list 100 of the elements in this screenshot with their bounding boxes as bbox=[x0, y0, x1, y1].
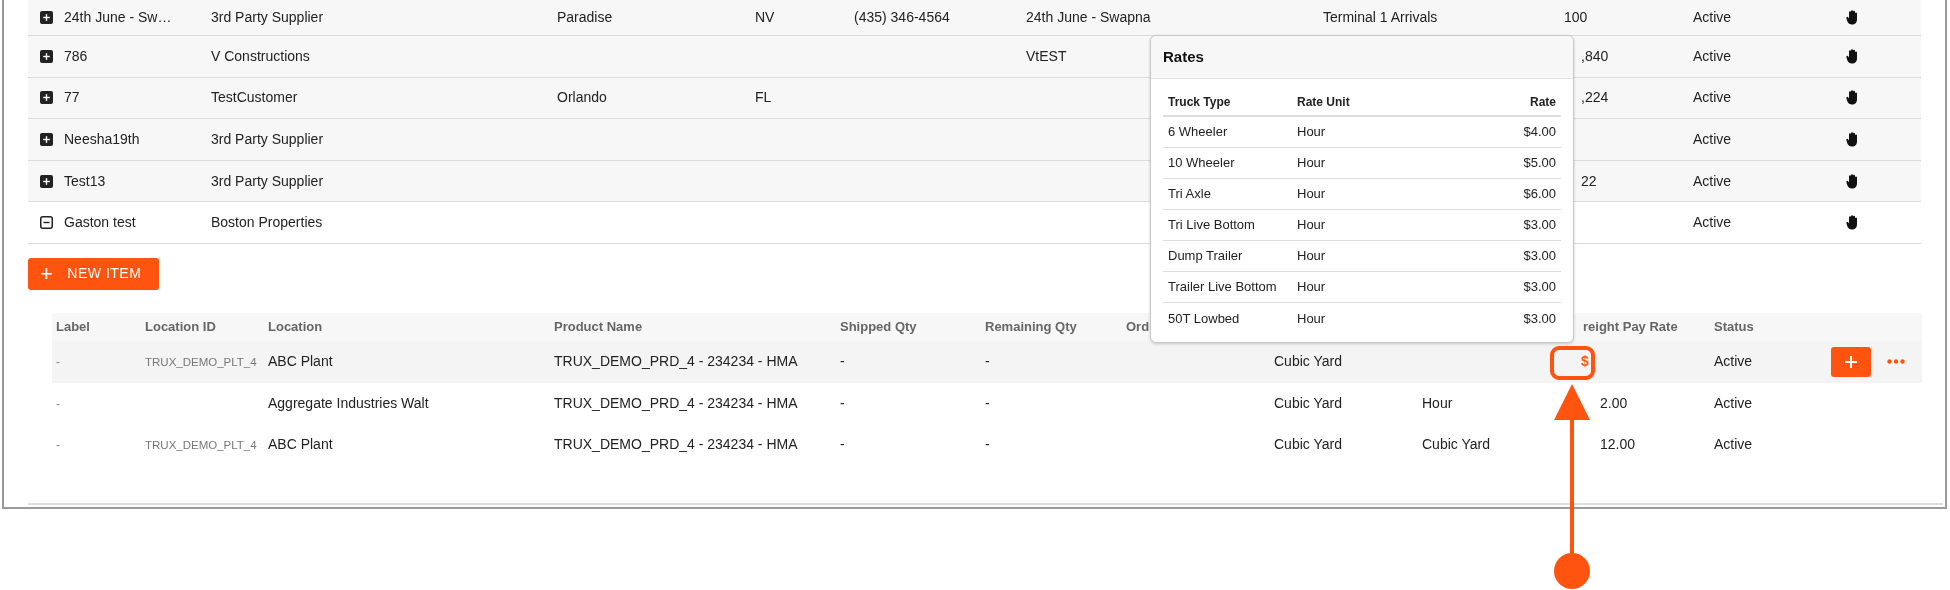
table-cell: Hour bbox=[1422, 394, 1453, 411]
table-cell: Cubic Yard bbox=[1274, 436, 1342, 453]
hand-icon[interactable] bbox=[1846, 132, 1860, 147]
table-cell: 100 bbox=[1564, 9, 1588, 25]
table-cell: - bbox=[56, 355, 60, 370]
table-cell: Hour bbox=[1297, 310, 1326, 326]
table-cell: Hour bbox=[1297, 186, 1326, 202]
table-cell: 77 bbox=[64, 89, 80, 106]
table-cell: Terminal 1 Arrivals bbox=[1323, 9, 1438, 25]
expand-icon[interactable] bbox=[39, 11, 53, 24]
table-cell: FL bbox=[755, 89, 772, 106]
table-cell: $6.00 bbox=[1523, 186, 1556, 202]
table-cell: 3rd Party Supplier bbox=[211, 131, 324, 147]
table-cell: Hour bbox=[1297, 155, 1326, 171]
hand-icon[interactable] bbox=[1846, 90, 1860, 106]
table-cell: Dump Trailer bbox=[1168, 248, 1243, 264]
column-header: Truck Type bbox=[1168, 95, 1231, 109]
hand-icon[interactable] bbox=[1846, 215, 1860, 231]
column-header: Status bbox=[1714, 319, 1754, 335]
table-cell: 22 bbox=[1581, 172, 1597, 189]
table-cell: Active bbox=[1714, 353, 1753, 370]
popover-title: Rates bbox=[1163, 46, 1204, 67]
table-cell: - bbox=[840, 436, 845, 453]
table-cell: Active bbox=[1693, 47, 1732, 64]
column-header: Ord bbox=[1126, 319, 1150, 335]
hand-icon[interactable] bbox=[1846, 10, 1860, 25]
column-header: Shipped Qty bbox=[840, 319, 917, 335]
table-cell: TRUX_DEMO_PLT_4 bbox=[145, 356, 257, 369]
table-cell: Paradise bbox=[557, 9, 613, 25]
table-cell: 2.00 bbox=[1600, 394, 1628, 411]
table-cell: Cubic Yard bbox=[1274, 394, 1342, 411]
table-cell: $4.00 bbox=[1523, 124, 1556, 140]
table-cell: 50T Lowbed bbox=[1168, 310, 1240, 326]
table-cell: $3.00 bbox=[1523, 248, 1556, 264]
table-cell: Hour bbox=[1297, 217, 1326, 233]
highlight-box bbox=[1550, 346, 1595, 380]
table-cell: ,840 bbox=[1581, 47, 1609, 64]
table-row[interactable]: - TRUX_DEMO_PLT_4 ABC Plant TRUX_DEMO_PRD_4 - 234234 - HMA - - Cubic Yard $ Active bbox=[52, 340, 1922, 383]
expand-icon[interactable] bbox=[39, 91, 53, 105]
hand-icon[interactable] bbox=[1846, 48, 1860, 64]
table-cell: $3.00 bbox=[1523, 217, 1556, 233]
table-cell: Orlando bbox=[557, 89, 607, 106]
table-cell: Hour bbox=[1297, 124, 1326, 140]
table-cell: TRUX_DEMO_PRD_4 - 234234 - HMA bbox=[554, 394, 798, 411]
column-header: Label bbox=[56, 319, 90, 335]
table-cell: Gaston test bbox=[64, 214, 136, 231]
table-cell: Cubic Yard bbox=[1422, 436, 1490, 453]
expand-icon[interactable] bbox=[39, 174, 53, 188]
table-cell: $3.00 bbox=[1523, 279, 1556, 295]
table-cell: - bbox=[56, 396, 60, 411]
table-cell: - bbox=[840, 353, 845, 370]
table-cell: TRUX_DEMO_PLT_4 bbox=[145, 439, 257, 452]
table-cell: - bbox=[840, 394, 845, 411]
add-button[interactable] bbox=[1831, 346, 1871, 377]
table-cell: Active bbox=[1693, 89, 1732, 106]
table-cell: 10 Wheeler bbox=[1168, 155, 1235, 171]
table-cell: 3rd Party Supplier bbox=[211, 172, 324, 189]
table-cell: Active bbox=[1714, 394, 1753, 411]
table-cell: VtEST bbox=[1026, 47, 1067, 64]
table-cell: Test13 bbox=[64, 172, 106, 189]
table-cell: Cubic Yard bbox=[1274, 353, 1342, 370]
column-header: Location ID bbox=[145, 319, 216, 335]
table-cell: Hour bbox=[1297, 279, 1326, 295]
expand-icon[interactable] bbox=[39, 133, 53, 146]
column-header: Rate bbox=[1530, 95, 1556, 109]
table-cell: Active bbox=[1693, 9, 1732, 25]
table-cell: - bbox=[56, 438, 60, 453]
table-cell: Neesha19th bbox=[64, 131, 140, 147]
table-cell: Boston Properties bbox=[211, 214, 323, 231]
hand-icon[interactable] bbox=[1846, 173, 1860, 189]
collapse-icon[interactable] bbox=[39, 216, 53, 230]
table-cell: Active bbox=[1693, 214, 1732, 231]
table-cell: 24th June - Sw… bbox=[64, 9, 172, 25]
table-cell: Hour bbox=[1297, 248, 1326, 264]
table-cell: ,224 bbox=[1581, 89, 1609, 106]
table-cell: (435) 346-4564 bbox=[854, 9, 950, 25]
table-cell: TRUX_DEMO_PRD_4 - 234234 - HMA bbox=[554, 436, 798, 453]
table-cell: 3rd Party Supplier bbox=[211, 9, 324, 25]
column-header: Remaining Qty bbox=[985, 319, 1077, 335]
expand-icon[interactable] bbox=[39, 49, 53, 63]
table-cell: Aggregate Industries Walt bbox=[268, 394, 429, 411]
table-cell: V Constructions bbox=[211, 47, 310, 64]
column-header: Rate Unit bbox=[1297, 95, 1350, 109]
table-cell: TestCustomer bbox=[211, 89, 298, 106]
table-cell: Active bbox=[1693, 172, 1732, 189]
column-header: Location bbox=[268, 319, 323, 335]
table-cell: Active bbox=[1714, 436, 1753, 453]
table-cell: $3.00 bbox=[1523, 310, 1556, 326]
table-cell: - bbox=[985, 436, 990, 453]
table-cell: 24th June - Swapna bbox=[1026, 9, 1151, 25]
plus-icon bbox=[1844, 354, 1858, 369]
table-cell: 786 bbox=[64, 47, 88, 64]
table-cell: ABC Plant bbox=[268, 353, 333, 370]
column-header: reight Pay Rate bbox=[1583, 319, 1678, 335]
table-cell: 12.00 bbox=[1600, 436, 1636, 453]
table-cell: Active bbox=[1693, 131, 1732, 147]
table-cell: Trailer Live Bottom bbox=[1168, 279, 1277, 295]
table-cell: ABC Plant bbox=[268, 436, 333, 453]
more-icon[interactable] bbox=[1887, 359, 1905, 365]
table-cell: TRUX_DEMO_PRD_4 - 234234 - HMA bbox=[554, 353, 798, 370]
